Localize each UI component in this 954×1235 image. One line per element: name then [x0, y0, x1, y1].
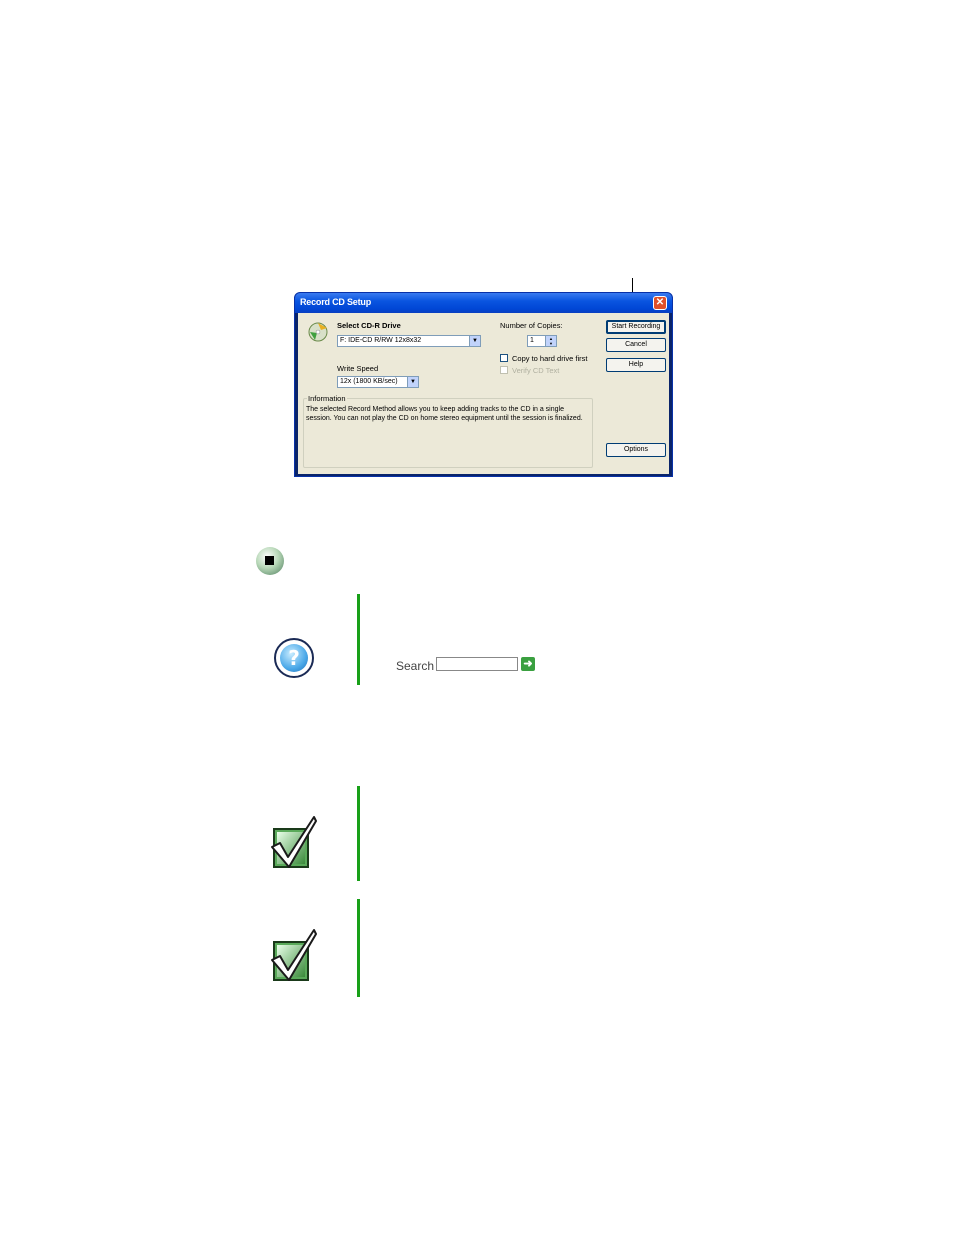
copy-to-hd-label: Copy to hard drive first	[512, 354, 588, 363]
record-cd-setup-dialog: Record CD Setup ✕ Select CD-R Drive F: I…	[294, 292, 673, 477]
drive-select[interactable]: F: IDE-CD R/RW 12x8x32 ▼	[337, 335, 481, 347]
search-label: Search	[396, 659, 435, 673]
help-box-bar	[357, 594, 360, 685]
help-button[interactable]: Help	[606, 358, 666, 372]
help-question-mark: ?	[280, 644, 308, 672]
select-drive-label: Select CD-R Drive	[337, 321, 401, 330]
search-go-icon[interactable]: ➜	[521, 657, 535, 671]
cd-drive-icon	[308, 322, 328, 342]
help-question-icon: ?	[274, 638, 314, 678]
cancel-button[interactable]: Cancel	[606, 338, 666, 352]
verify-label: Verify CD Text	[512, 366, 560, 375]
copies-spin-icon[interactable]: ▲ ▼	[545, 336, 556, 346]
search-input[interactable]	[436, 657, 518, 671]
close-button[interactable]: ✕	[653, 296, 667, 310]
important-note-1-bar	[357, 786, 360, 881]
spin-down-icon[interactable]: ▼	[549, 341, 553, 346]
copies-value: 1	[530, 337, 534, 344]
dialog-titlebar[interactable]: Record CD Setup ✕	[295, 293, 672, 313]
drive-value: F: IDE-CD R/RW 12x8x32	[340, 337, 422, 344]
write-speed-label: Write Speed	[337, 364, 379, 373]
information-group-label: Information	[307, 394, 347, 403]
drive-dropdown-icon[interactable]: ▼	[469, 336, 480, 346]
write-speed-value: 12x (1800 KB/sec)	[340, 378, 398, 385]
checkmark-icon	[271, 816, 317, 868]
stop-square-icon	[265, 556, 274, 565]
options-button[interactable]: Options	[606, 443, 666, 457]
dialog-title: Record CD Setup	[300, 297, 372, 307]
verify-checkbox[interactable]	[500, 366, 508, 374]
important-note-2-bar	[357, 899, 360, 997]
stop-bullet-icon	[256, 547, 284, 575]
copy-to-hd-checkbox[interactable]	[500, 354, 508, 362]
information-text: The selected Record Method allows you to…	[306, 406, 583, 422]
copies-label: Number of Copies:	[500, 321, 563, 330]
checkmark-icon	[271, 929, 317, 981]
start-recording-button[interactable]: Start Recording	[606, 320, 666, 334]
dialog-client-area: Select CD-R Drive F: IDE-CD R/RW 12x8x32…	[298, 313, 669, 474]
write-speed-dropdown-icon[interactable]: ▼	[407, 377, 418, 387]
write-speed-select[interactable]: 12x (1800 KB/sec) ▼	[337, 376, 419, 388]
copies-spinner[interactable]: 1 ▲ ▼	[527, 335, 557, 347]
